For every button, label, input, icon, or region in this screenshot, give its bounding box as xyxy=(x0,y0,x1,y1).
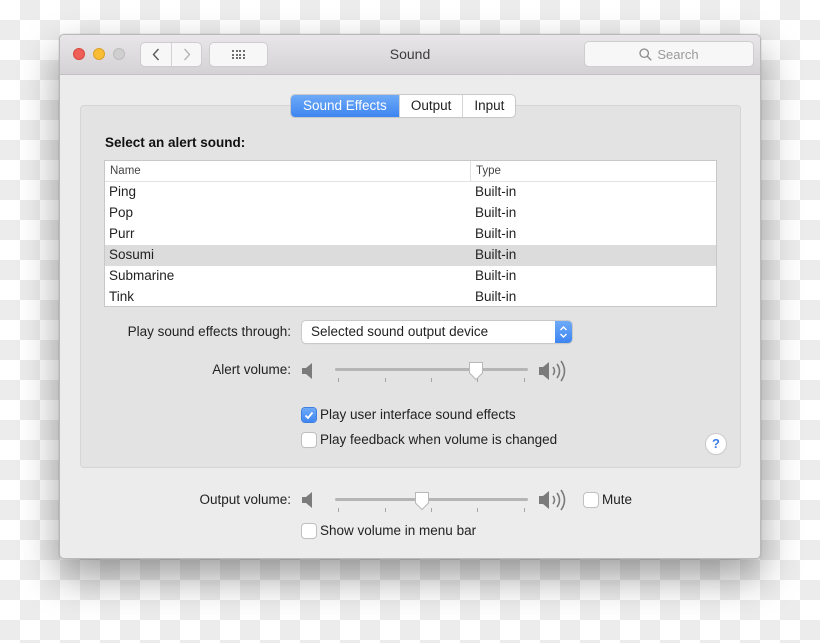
speaker-low-icon xyxy=(302,492,312,508)
sound-type: Built-in xyxy=(475,247,517,262)
column-header-type[interactable]: Type xyxy=(470,161,501,181)
sound-name: Submarine xyxy=(109,268,175,283)
tab-output[interactable]: Output xyxy=(398,95,463,117)
speaker-high-icon xyxy=(539,489,566,511)
help-button[interactable]: ? xyxy=(706,434,726,454)
search-placeholder: Search xyxy=(657,46,699,62)
volume-feedback-checkbox[interactable] xyxy=(302,433,316,447)
play-through-label: Play sound effects through: xyxy=(127,324,291,339)
speaker-high-icon xyxy=(539,360,566,382)
show-volume-menu-bar-label[interactable]: Show volume in menu bar xyxy=(320,523,476,538)
sound-type: Built-in xyxy=(475,226,517,241)
table-header: Name Type xyxy=(105,161,716,182)
slider-track xyxy=(335,368,528,371)
popup-stepper-icon xyxy=(555,321,572,343)
checkmark-icon xyxy=(304,411,314,419)
mute-checkbox[interactable] xyxy=(584,493,598,507)
sound-type: Built-in xyxy=(475,289,517,304)
tab-bar: Sound Effects Output Input xyxy=(291,95,516,117)
tab-sound-effects[interactable]: Sound Effects xyxy=(291,95,399,117)
tab-input[interactable]: Input xyxy=(462,95,515,117)
alert-volume-slider[interactable] xyxy=(335,361,528,387)
volume-feedback-label[interactable]: Play feedback when volume is changed xyxy=(320,432,557,447)
slider-track xyxy=(335,498,528,501)
sound-name: Pop xyxy=(109,205,134,220)
play-through-value: Selected sound output device xyxy=(311,324,489,339)
sound-name: Ping xyxy=(109,184,137,199)
table-row[interactable]: Ping Built-in xyxy=(105,182,716,203)
show-volume-menu-bar-checkbox[interactable] xyxy=(302,524,316,538)
sound-type: Built-in xyxy=(475,205,517,220)
title-bar: Sound Search xyxy=(60,35,760,75)
sound-name: Purr xyxy=(109,226,135,241)
table-row-selected[interactable]: Sosumi Built-in xyxy=(105,245,716,266)
search-icon xyxy=(639,47,653,61)
sound-preferences-window: Sound Search Sound Effects Output Input … xyxy=(59,34,761,559)
ui-sound-effects-label[interactable]: Play user interface sound effects xyxy=(320,407,516,422)
slider-thumb[interactable] xyxy=(414,491,430,511)
alert-sound-heading: Select an alert sound: xyxy=(105,135,246,150)
table-row[interactable]: Submarine Built-in xyxy=(105,266,716,287)
table-row[interactable]: Tink Built-in xyxy=(105,287,716,308)
ui-sound-effects-checkbox[interactable] xyxy=(302,408,316,422)
alert-volume-label: Alert volume: xyxy=(212,362,291,377)
table-row[interactable]: Purr Built-in xyxy=(105,224,716,245)
speaker-low-icon xyxy=(302,363,312,379)
column-header-name[interactable]: Name xyxy=(105,161,470,181)
table-row[interactable]: Pop Built-in xyxy=(105,203,716,224)
sound-name: Sosumi xyxy=(109,247,155,262)
sound-name: Tink xyxy=(109,289,135,304)
mute-label[interactable]: Mute xyxy=(602,492,632,507)
play-through-popup[interactable]: Selected sound output device xyxy=(302,321,572,343)
slider-thumb[interactable] xyxy=(468,361,484,381)
output-volume-label: Output volume: xyxy=(199,492,291,507)
output-volume-slider[interactable] xyxy=(335,491,528,517)
sound-type: Built-in xyxy=(475,268,517,283)
alert-sound-table[interactable]: Name Type Ping Built-in Pop Built-in Pur… xyxy=(104,160,717,307)
sound-type: Built-in xyxy=(475,184,517,199)
search-field[interactable]: Search xyxy=(585,42,753,66)
